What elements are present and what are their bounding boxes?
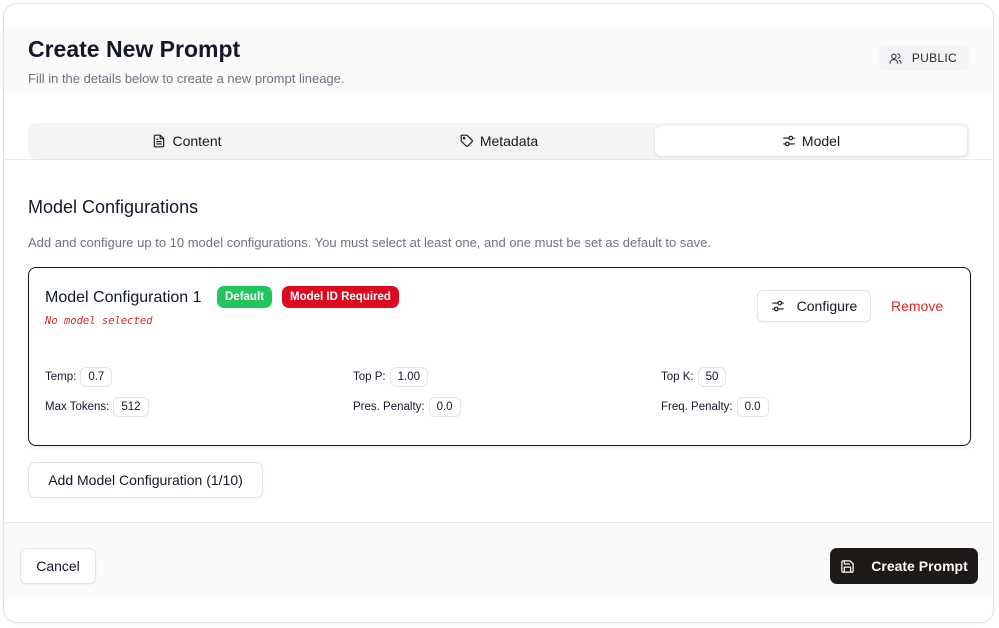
section-description: Add and configure up to 10 model configu… xyxy=(28,235,711,250)
param-freq-penalty-value: 0.0 xyxy=(736,397,769,417)
param-top-k-label: Top K: xyxy=(661,371,694,383)
param-temp-label: Temp: xyxy=(45,371,77,383)
dialog-subtitle: Fill in the details below to create a ne… xyxy=(28,71,345,86)
param-top-p: Top P: 1.00 xyxy=(353,367,428,387)
create-prompt-label: Create Prompt xyxy=(871,558,968,574)
param-max-tokens: Max Tokens: 512 xyxy=(45,397,149,417)
param-max-tokens-value: 512 xyxy=(113,397,149,417)
remove-button[interactable]: Remove xyxy=(891,298,943,314)
param-temp: Temp: 0.7 xyxy=(45,367,113,387)
tab-metadata-label: Metadata xyxy=(479,133,539,149)
param-freq-penalty: Freq. Penalty: 0.0 xyxy=(661,397,769,417)
tab-model[interactable]: Model xyxy=(655,126,967,156)
tag-icon xyxy=(460,134,473,147)
tab-content-label: Content xyxy=(172,133,222,149)
tab-metadata[interactable]: Metadata xyxy=(343,126,655,156)
model-config-card: Model Configuration 1 Default Model ID R… xyxy=(28,267,971,446)
visibility-badge[interactable]: PUBLIC xyxy=(878,45,969,71)
create-prompt-dialog: Create New Prompt Fill in the details be… xyxy=(3,3,994,623)
users-icon xyxy=(889,52,902,64)
save-icon xyxy=(841,559,855,573)
configure-label: Configure xyxy=(796,298,858,314)
param-max-tokens-label: Max Tokens: xyxy=(45,401,110,413)
param-pres-penalty: Pres. Penalty: 0.0 xyxy=(353,397,461,417)
config-name: Model Configuration 1 xyxy=(45,289,202,306)
section-title: Model Configurations xyxy=(28,197,199,217)
dialog-title: Create New Prompt xyxy=(28,36,241,62)
param-top-k-value: 50 xyxy=(697,367,727,387)
add-model-configuration-button[interactable]: Add Model Configuration (1/10) xyxy=(28,462,263,498)
file-text-icon xyxy=(154,134,165,148)
sliders-icon xyxy=(783,135,795,147)
param-pres-penalty-value: 0.0 xyxy=(428,397,461,417)
tab-content[interactable]: Content xyxy=(31,126,343,156)
visibility-label: PUBLIC xyxy=(911,51,957,65)
no-model-warning: No model selected xyxy=(45,315,153,327)
param-freq-penalty-label: Freq. Penalty: xyxy=(661,401,733,413)
param-top-p-label: Top P: xyxy=(353,371,386,383)
param-temp-value: 0.7 xyxy=(80,367,113,387)
param-top-p-value: 1.00 xyxy=(389,367,428,387)
configure-button[interactable]: Configure xyxy=(757,290,871,322)
default-badge: Default xyxy=(217,286,272,308)
model-id-required-badge: Model ID Required xyxy=(282,286,399,308)
tab-model-label: Model xyxy=(801,133,841,149)
dialog-footer: Cancel Create Prompt xyxy=(4,522,993,599)
sliders-icon xyxy=(771,300,784,312)
dialog-header: Create New Prompt Fill in the details be… xyxy=(4,28,993,92)
param-top-k: Top K: 50 xyxy=(661,367,727,387)
tab-list: Content Metadata Model xyxy=(28,123,970,159)
cancel-button[interactable]: Cancel xyxy=(20,548,96,584)
tabs-divider xyxy=(4,159,993,160)
create-prompt-button[interactable]: Create Prompt xyxy=(830,548,978,584)
param-pres-penalty-label: Pres. Penalty: xyxy=(353,401,425,413)
